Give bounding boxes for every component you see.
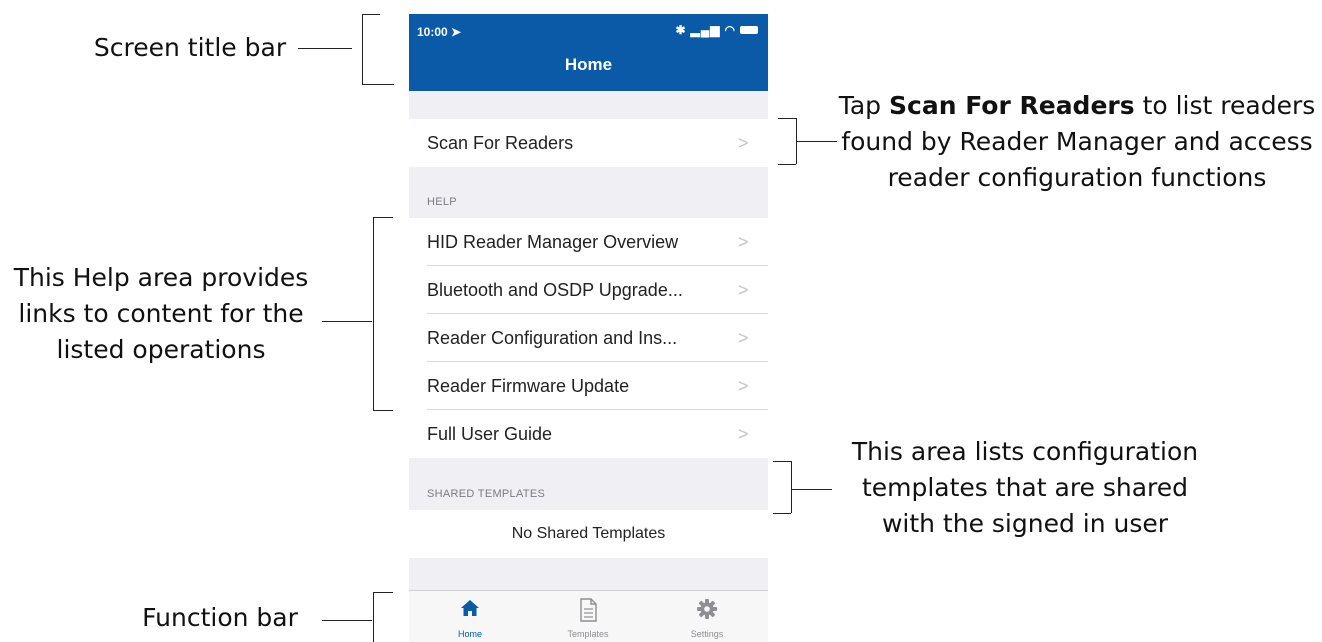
annotation-shared-templates: This area lists configuration templates … <box>851 437 1199 538</box>
help-item-full-user-guide[interactable]: Full User Guide > <box>409 410 768 458</box>
phone-screen: 10:00 ➤ ✱ ▂▄▆ ◠ Home Scan For Readers > … <box>409 14 768 642</box>
annotation-title-bar-bracket-bottom <box>362 84 394 85</box>
help-item-reader-firmware-update[interactable]: Reader Firmware Update > <box>409 362 768 410</box>
help-item-reader-configuration[interactable]: Reader Configuration and Ins... > <box>409 314 768 362</box>
document-icon <box>543 598 633 622</box>
annotation-function-bar-leader <box>322 620 372 621</box>
annotation-scan-leader <box>797 141 837 142</box>
chevron-right-icon: > <box>738 327 749 348</box>
annotation-help-bracket-bottom <box>373 410 393 411</box>
bluetooth-icon: ✱ <box>675 23 687 37</box>
scan-for-readers-row[interactable]: Scan For Readers > <box>409 119 768 167</box>
tab-templates[interactable]: Templates <box>543 591 633 642</box>
tab-settings[interactable]: Settings <box>662 591 752 642</box>
annotation-title-bar-leader <box>298 48 352 49</box>
annotation-templates-bracket-bottom <box>773 513 791 514</box>
scan-for-readers-label: Scan For Readers <box>427 132 574 153</box>
help-item-reader-manager-overview[interactable]: HID Reader Manager Overview > <box>409 218 768 266</box>
tab-label: Home <box>457 629 482 639</box>
help-item-label: Bluetooth and OSDP Upgrade... <box>427 279 683 300</box>
title-bar: 10:00 ➤ ✱ ▂▄▆ ◠ Home <box>409 14 768 91</box>
help-item-label: HID Reader Manager Overview <box>427 231 679 252</box>
tab-label: Templates <box>567 629 609 639</box>
no-shared-templates-text: No Shared Templates <box>511 525 666 542</box>
shared-templates-header: SHARED TEMPLATES <box>427 488 546 500</box>
annotation-templates-bracket <box>791 461 792 513</box>
page-title: Home <box>564 55 613 74</box>
annotation-help-leader <box>322 321 372 322</box>
help-item-label: Full User Guide <box>427 423 553 444</box>
gear-icon <box>662 598 752 622</box>
help-item-bluetooth-osdp-upgrade[interactable]: Bluetooth and OSDP Upgrade... > <box>409 266 768 314</box>
shared-templates-empty: No Shared Templates <box>409 510 768 558</box>
location-arrow-icon: ➤ <box>451 25 462 39</box>
status-icons: ✱ ▂▄▆ ◠ <box>675 23 758 37</box>
annotation-function-bar-bracket <box>373 592 374 642</box>
annotation-templates-bracket-top <box>773 461 791 462</box>
annotation-function-bar-bracket-top <box>373 592 393 593</box>
chevron-right-icon: > <box>738 375 749 396</box>
annotation-title-bar-bracket-top <box>362 14 380 15</box>
annotation-scan-for-readers: Tap Scan For Readers to list readers fou… <box>838 91 1316 192</box>
signal-icon: ▂▄▆ <box>690 23 721 37</box>
help-item-label: Reader Configuration and Ins... <box>427 327 678 348</box>
annotation-scan-bracket-bottom <box>778 164 796 165</box>
annotation-title-bar: Screen title bar <box>93 33 287 62</box>
chevron-right-icon: > <box>738 423 749 444</box>
chevron-right-icon: > <box>738 231 749 252</box>
annotation-help-bracket-top <box>373 217 393 218</box>
annotation-templates-leader <box>792 489 832 490</box>
status-time: 10:00 ➤ <box>417 25 462 39</box>
help-item-label: Reader Firmware Update <box>427 375 630 396</box>
wifi-icon: ◠ <box>724 23 736 37</box>
function-bar: Home Templates Settings <box>409 590 768 642</box>
tab-label: Settings <box>690 629 724 639</box>
annotation-help-area: This Help area provides links to content… <box>13 263 309 364</box>
help-section-header: HELP <box>427 196 457 208</box>
chevron-right-icon: > <box>738 132 749 153</box>
annotation-help-bracket <box>373 217 374 410</box>
battery-icon <box>740 26 758 34</box>
annotation-scan-bracket-top <box>778 118 796 119</box>
chevron-right-icon: > <box>738 279 749 300</box>
tab-home[interactable]: Home <box>425 591 515 642</box>
annotation-function-bar: Function bar <box>142 603 298 632</box>
annotation-title-bar-bracket <box>362 14 363 84</box>
home-icon <box>425 598 515 622</box>
